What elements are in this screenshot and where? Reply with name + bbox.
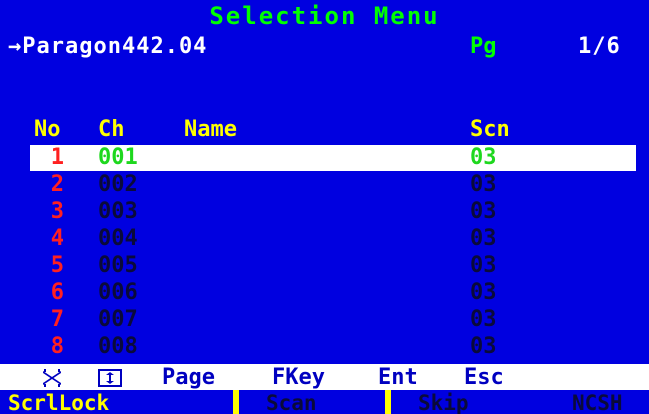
channel-row-7[interactable]: 7 007 03 bbox=[30, 307, 636, 333]
row-channel: 001 bbox=[98, 145, 138, 170]
updown-box-icon bbox=[98, 369, 122, 391]
key-help-bar: Page FKey Ent Esc bbox=[0, 364, 649, 390]
channel-row-2[interactable]: 2 002 03 bbox=[30, 172, 636, 198]
row-scan-time: 03 bbox=[470, 334, 497, 359]
column-header-name: Name bbox=[184, 117, 237, 142]
column-header-ch: Ch bbox=[98, 117, 125, 142]
column-header-scn: Scn bbox=[470, 117, 510, 142]
row-channel: 003 bbox=[98, 199, 138, 224]
osd-window: Selection Menu →Paragon442.04 Pg 1/6 No … bbox=[0, 0, 649, 414]
menu-title: Selection Menu bbox=[209, 2, 440, 30]
channel-row-1[interactable]: 1 001 03 bbox=[30, 145, 636, 171]
status-bar: ScrlLock Scan Skip NCSH bbox=[0, 390, 649, 414]
current-path: →Paragon442.04 bbox=[8, 34, 208, 59]
row-number: 1 bbox=[50, 145, 64, 170]
status-ncsh: NCSH bbox=[572, 391, 623, 414]
row-channel: 002 bbox=[98, 172, 138, 197]
row-channel: 007 bbox=[98, 307, 138, 332]
row-scan-time: 03 bbox=[470, 280, 497, 305]
row-scan-time: 03 bbox=[470, 253, 497, 278]
status-scrllock: ScrlLock bbox=[8, 391, 110, 414]
row-number: 5 bbox=[50, 253, 64, 278]
channel-row-4[interactable]: 4 004 03 bbox=[30, 226, 636, 252]
row-number: 2 bbox=[50, 172, 64, 197]
row-scan-time: 03 bbox=[470, 226, 497, 251]
row-scan-time: 03 bbox=[470, 307, 497, 332]
row-number: 6 bbox=[50, 280, 64, 305]
channel-row-6[interactable]: 6 006 03 bbox=[30, 280, 636, 306]
channel-row-5[interactable]: 5 005 03 bbox=[30, 253, 636, 279]
status-scan: Scan bbox=[266, 391, 317, 414]
key-fkey-label: FKey bbox=[272, 365, 325, 390]
row-number: 7 bbox=[50, 307, 64, 332]
status-skip: Skip bbox=[418, 391, 469, 414]
row-number: 4 bbox=[50, 226, 64, 251]
column-header-no: No bbox=[34, 117, 61, 142]
row-scan-time: 03 bbox=[470, 145, 497, 170]
key-esc-label: Esc bbox=[464, 365, 504, 390]
status-separator bbox=[385, 390, 391, 414]
row-number: 8 bbox=[50, 334, 64, 359]
row-channel: 006 bbox=[98, 280, 138, 305]
row-channel: 008 bbox=[98, 334, 138, 359]
row-scan-time: 03 bbox=[470, 199, 497, 224]
page-label: Pg bbox=[470, 34, 497, 59]
row-channel: 004 bbox=[98, 226, 138, 251]
row-number: 3 bbox=[50, 199, 64, 224]
row-channel: 005 bbox=[98, 253, 138, 278]
row-scan-time: 03 bbox=[470, 172, 497, 197]
channel-row-3[interactable]: 3 003 03 bbox=[30, 199, 636, 225]
status-separator bbox=[233, 390, 239, 414]
key-ent-label: Ent bbox=[378, 365, 418, 390]
channel-row-8[interactable]: 8 008 03 bbox=[30, 334, 636, 360]
key-page-label: Page bbox=[162, 365, 215, 390]
updown-arrows-icon bbox=[40, 369, 64, 391]
page-indicator: 1/6 bbox=[578, 34, 621, 59]
